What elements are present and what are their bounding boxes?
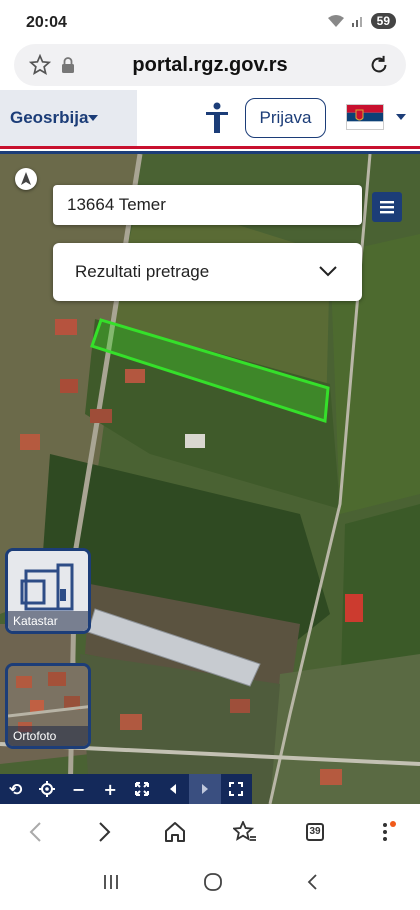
refresh-button[interactable]: ⟲ xyxy=(0,774,32,804)
wifi-icon xyxy=(327,15,344,27)
status-bar: 20:04 59 xyxy=(0,0,420,44)
login-button[interactable]: Prijava xyxy=(245,98,326,138)
circle-home-icon xyxy=(204,872,222,891)
status-icons: 59 xyxy=(327,13,396,29)
tab-count-icon: 39 xyxy=(306,823,324,841)
locate-button[interactable] xyxy=(32,774,64,804)
layer-orthophoto[interactable]: Ortofoto xyxy=(5,663,91,749)
site-header: Geosrbija Prijava xyxy=(0,90,420,146)
home-system-button[interactable] xyxy=(203,872,223,897)
system-navigation-bar xyxy=(0,858,420,910)
search-input[interactable]: 13664 Temer xyxy=(53,185,362,225)
minus-icon: − xyxy=(72,779,86,799)
brand-label: Geosrbija xyxy=(10,108,89,127)
accessibility-icon[interactable] xyxy=(205,102,229,134)
more-vertical-icon xyxy=(383,823,387,841)
back-arrow-icon xyxy=(308,873,317,890)
expand-arrows-icon xyxy=(134,782,149,796)
plus-icon: + xyxy=(103,779,117,799)
results-label: Rezultati pretrage xyxy=(75,262,210,281)
brand-menu[interactable]: Geosrbija xyxy=(0,90,137,146)
forward-button[interactable] xyxy=(85,812,125,852)
more-menu-button[interactable] xyxy=(365,812,405,852)
recents-icon xyxy=(103,874,118,889)
clock: 20:04 xyxy=(26,14,67,31)
next-extent-button[interactable] xyxy=(189,774,221,804)
arrow-right-icon xyxy=(201,784,208,794)
search-value[interactable]: 13664 Temer xyxy=(67,195,166,215)
home-icon xyxy=(165,822,185,842)
browser-navigation-bar: 39 xyxy=(0,806,420,858)
bookmarks-button[interactable] xyxy=(225,812,265,852)
signal-icon xyxy=(351,17,362,27)
menu-button[interactable] xyxy=(372,192,402,222)
home-button[interactable] xyxy=(155,812,195,852)
map-toolbar: ⟲ − + xyxy=(0,774,252,804)
hamburger-icon xyxy=(380,201,394,214)
north-arrow-icon xyxy=(21,172,31,185)
url-text[interactable]: portal.rgz.gov.rs xyxy=(14,54,406,77)
chevron-down-icon xyxy=(319,266,337,277)
star-list-icon xyxy=(233,821,256,841)
arrow-left-icon xyxy=(170,784,177,794)
search-results-dropdown[interactable]: Rezultati pretrage xyxy=(53,243,362,301)
refresh-icon: ⟲ xyxy=(9,779,23,799)
layer-cadastre-label: Katastar xyxy=(8,611,88,631)
map-view[interactable]: 13664 Temer Rezultati pretrage Katastar … xyxy=(0,154,420,804)
zoom-out-button[interactable]: − xyxy=(63,774,95,804)
full-extent-button[interactable] xyxy=(126,774,158,804)
crosshair-icon xyxy=(39,781,56,797)
previous-extent-button[interactable] xyxy=(158,774,190,804)
chevron-right-icon xyxy=(99,822,111,842)
caret-down-icon xyxy=(88,115,98,121)
notification-dot xyxy=(390,821,396,827)
layer-cadastre[interactable]: Katastar xyxy=(5,548,91,634)
north-arrow[interactable] xyxy=(15,168,37,190)
layer-orthophoto-label: Ortofoto xyxy=(8,726,88,746)
reload-icon[interactable] xyxy=(368,54,390,76)
back-button[interactable] xyxy=(15,812,55,852)
fullscreen-icon xyxy=(229,782,244,796)
language-selector[interactable] xyxy=(346,104,410,134)
recents-button[interactable] xyxy=(102,873,120,896)
system-back-button[interactable] xyxy=(306,873,318,896)
fullscreen-button[interactable] xyxy=(221,774,253,804)
header-stripe xyxy=(0,146,420,154)
tabs-button[interactable]: 39 xyxy=(295,812,335,852)
caret-down-icon xyxy=(396,114,406,120)
zoom-in-button[interactable]: + xyxy=(95,774,127,804)
battery-badge: 59 xyxy=(370,13,396,29)
address-bar[interactable]: portal.rgz.gov.rs xyxy=(14,44,406,86)
serbia-flag-icon xyxy=(346,104,384,130)
chevron-left-icon xyxy=(29,822,41,842)
